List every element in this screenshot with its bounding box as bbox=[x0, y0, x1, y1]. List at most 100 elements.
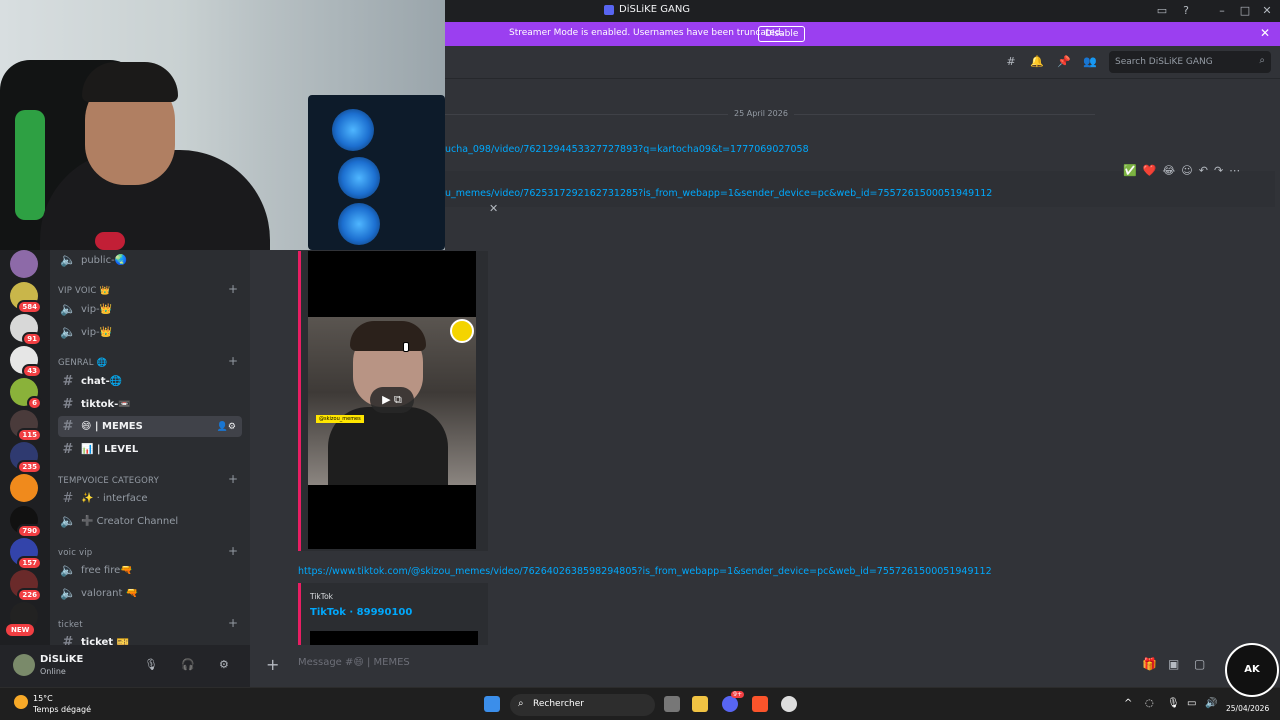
server-icon[interactable]: 790 bbox=[10, 506, 42, 538]
voice-channel[interactable]: 🔈 valorant 🔫 bbox=[58, 583, 242, 604]
disable-button[interactable]: Disable bbox=[758, 26, 806, 42]
file-explorer-icon[interactable] bbox=[692, 696, 708, 712]
text-channel-interface[interactable]: # ✨ · interface bbox=[58, 488, 242, 509]
tray-chevron-icon[interactable]: ^ bbox=[1124, 698, 1132, 709]
voice-channel[interactable]: 🔈 public-🌏 bbox=[58, 250, 242, 271]
fan bbox=[338, 203, 380, 245]
voice-channel[interactable]: 🔈 vip-👑 bbox=[58, 322, 242, 343]
settings-icon[interactable]: 👤⚙ bbox=[217, 422, 236, 432]
server-icon[interactable] bbox=[10, 474, 38, 502]
react-check-icon[interactable]: ✅ bbox=[1123, 164, 1137, 178]
server-icon[interactable] bbox=[10, 250, 38, 278]
text-channel-level[interactable]: # 📊 | LEVEL bbox=[58, 439, 242, 460]
text-channel-memes[interactable]: # 😄 | MEMES 👤⚙ bbox=[58, 416, 242, 437]
network-icon[interactable]: ▭ bbox=[1187, 698, 1196, 709]
speaker-icon: 🔈 bbox=[60, 586, 77, 601]
reply-icon[interactable]: ↶ bbox=[1199, 164, 1208, 178]
server-icon[interactable]: 157 bbox=[10, 538, 42, 570]
username[interactable]: DiSLiKE bbox=[40, 654, 83, 665]
embed-title[interactable]: TikTok · 89990100 bbox=[310, 607, 412, 618]
inbox-icon[interactable]: ▭ bbox=[1155, 4, 1169, 18]
add-channel-icon[interactable]: + bbox=[228, 544, 238, 558]
headset-icon[interactable]: 🎧 bbox=[181, 658, 195, 671]
date-divider: 25 April 2026 bbox=[445, 107, 1095, 121]
new-badge: NEW bbox=[6, 624, 35, 636]
gift-icon[interactable]: 🎁 bbox=[1142, 657, 1157, 671]
microphone-icon[interactable]: 🎙 bbox=[144, 658, 158, 671]
brave-icon[interactable] bbox=[752, 696, 768, 712]
react-heart-icon[interactable]: ❤️ bbox=[1143, 164, 1157, 178]
task-view-icon[interactable] bbox=[664, 696, 680, 712]
text-channel-chat[interactable]: # chat-🌐 bbox=[58, 371, 242, 392]
play-icon[interactable]: ▶ ⧉ bbox=[370, 387, 414, 413]
discord-icon[interactable]: 9+ bbox=[722, 691, 744, 712]
speaker-icon: 🔈 bbox=[60, 253, 77, 268]
video-player[interactable]: @skizou_memes ▶ ⧉ bbox=[308, 251, 476, 549]
voice-channel-creator[interactable]: 🔈 ➕ Creator Channel bbox=[58, 511, 242, 532]
banner-text: Streamer Mode is enabled. Usernames have… bbox=[509, 28, 784, 38]
search-input[interactable]: Search DiSLiKE GANG ⌕ bbox=[1109, 51, 1271, 73]
bell-icon[interactable]: 🔔 bbox=[1030, 55, 1044, 69]
app-icon[interactable] bbox=[781, 696, 797, 712]
server-icon[interactable]: 226 bbox=[10, 570, 42, 602]
more-icon[interactable]: ⋯ bbox=[1229, 164, 1240, 178]
speaker-icon: 🔈 bbox=[60, 563, 77, 578]
server-icon[interactable]: 115 bbox=[10, 410, 42, 442]
gear-icon[interactable]: ⚙ bbox=[219, 658, 229, 671]
server-icon[interactable]: 584 bbox=[10, 282, 42, 314]
server-icon[interactable]: 6 bbox=[10, 378, 42, 410]
close-window-icon[interactable]: ✕ bbox=[1260, 4, 1274, 18]
server-icon[interactable]: 91 bbox=[10, 314, 42, 346]
close-icon[interactable]: ✕ bbox=[1260, 26, 1270, 40]
attach-plus-icon[interactable]: + bbox=[266, 655, 279, 674]
add-reaction-icon[interactable]: ☺ bbox=[1181, 164, 1192, 178]
message-link[interactable]: u_memes/video/7625317292162731285?is_fro… bbox=[445, 188, 992, 199]
hash-icon: # bbox=[62, 374, 74, 389]
message-composer[interactable]: + Message #😄 | MEMES 🎁 ▣ ▢ bbox=[250, 645, 1280, 687]
pin-icon[interactable]: 📌 bbox=[1057, 55, 1071, 69]
threads-icon[interactable]: # bbox=[1004, 55, 1018, 69]
add-channel-icon[interactable]: + bbox=[228, 354, 238, 368]
members-icon[interactable]: 👥 bbox=[1083, 55, 1097, 69]
voice-channel[interactable]: 🔈 vip-👑 bbox=[58, 299, 242, 320]
start-icon[interactable] bbox=[484, 696, 500, 712]
volume-icon[interactable]: 🔊 bbox=[1205, 698, 1217, 709]
channel-header: # 🔔 📌 👥 Search DiSLiKE GANG ⌕ bbox=[445, 46, 1280, 79]
forward-icon[interactable]: ↷ bbox=[1214, 164, 1223, 178]
text-channel-ticket[interactable]: # ticket 🎫 bbox=[58, 632, 242, 645]
add-channel-icon[interactable]: + bbox=[228, 282, 238, 296]
category-voic-vip[interactable]: voic vip bbox=[58, 548, 92, 558]
message-link[interactable]: ucha_098/video/7621294453327727893?q=kar… bbox=[445, 144, 809, 155]
mic-tray-icon[interactable]: 🎙 bbox=[1167, 698, 1180, 709]
category-tempvoice[interactable]: TEMPVOICE CATEGORY bbox=[58, 476, 159, 486]
text-channel-tiktok[interactable]: # tiktok-📼 bbox=[58, 394, 242, 415]
message-input[interactable]: Message #😄 | MEMES bbox=[298, 657, 410, 668]
webcam-overlay bbox=[0, 0, 445, 250]
taskbar-search[interactable]: ⌕ Rechercher bbox=[510, 694, 655, 716]
category-genral[interactable]: GENRAL 🌐 bbox=[58, 358, 107, 368]
voice-channel[interactable]: 🔈 free fire🔫 bbox=[58, 560, 242, 581]
help-icon[interactable]: ? bbox=[1179, 4, 1193, 18]
gif-icon[interactable]: ▣ bbox=[1168, 657, 1179, 671]
minimize-icon[interactable]: – bbox=[1215, 4, 1229, 18]
tray-icon[interactable]: ◌ bbox=[1145, 698, 1154, 709]
server-icon[interactable]: 43 bbox=[10, 346, 42, 378]
embed-thumbnail[interactable] bbox=[310, 631, 478, 645]
streamer-hair bbox=[82, 62, 178, 102]
clock-date[interactable]: 25/04/2026 bbox=[1226, 704, 1269, 713]
window-title: DiSLiKE GANG bbox=[604, 4, 690, 15]
sticker-icon[interactable]: ▢ bbox=[1194, 657, 1205, 671]
hash-icon: # bbox=[62, 442, 74, 457]
add-channel-icon[interactable]: + bbox=[228, 472, 238, 486]
react-laugh-icon[interactable]: 😂 bbox=[1162, 164, 1175, 178]
category-ticket[interactable]: ticket bbox=[58, 620, 83, 630]
category-vip-voic[interactable]: VIP VOIC 👑 bbox=[58, 286, 110, 296]
message-link[interactable]: https://www.tiktok.com/@skizou_memes/vid… bbox=[298, 566, 992, 577]
avatar[interactable] bbox=[13, 654, 35, 676]
taskbar: 15°C Temps dégagé ⌕ Rechercher 9+ ^ ◌ 🎙 … bbox=[0, 687, 1280, 720]
server-icon[interactable]: 235 bbox=[10, 442, 42, 474]
maximize-icon[interactable]: □ bbox=[1238, 4, 1252, 18]
remove-embed-icon[interactable]: ✕ bbox=[489, 202, 498, 215]
add-channel-icon[interactable]: + bbox=[228, 616, 238, 630]
speaker-icon: 🔈 bbox=[60, 325, 77, 340]
